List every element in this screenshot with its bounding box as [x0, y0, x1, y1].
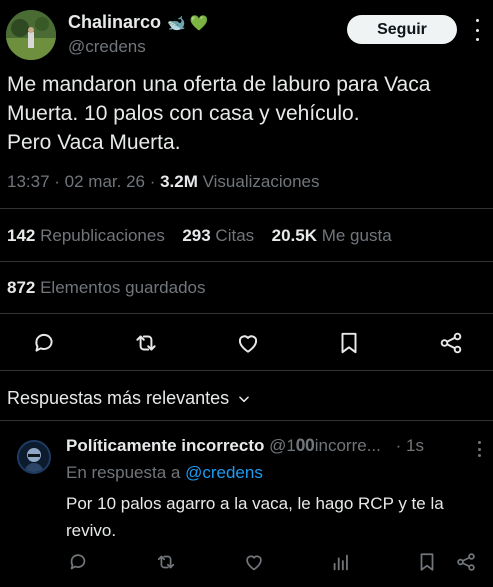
reply-replying-to: En respuesta a @credens	[66, 463, 263, 482]
reply-header: Políticamente incorrecto @1𝟎𝟎incorre... …	[66, 436, 424, 456]
author-emojis: 🐋 💚	[167, 14, 209, 32]
divider	[0, 420, 493, 421]
likes-stat[interactable]: 20.5K Me gusta	[272, 226, 392, 245]
follow-button[interactable]: Seguir	[347, 15, 457, 44]
reply-icon[interactable]	[31, 330, 57, 356]
repost-icon[interactable]	[155, 551, 177, 573]
author-name-row[interactable]: Chalinarco 🐋 💚	[68, 12, 209, 33]
author-handle[interactable]: @credens	[68, 37, 146, 57]
reply-author-avatar[interactable]	[17, 440, 51, 474]
bookmark-icon[interactable]	[336, 330, 362, 356]
reply-more-options-icon[interactable]	[475, 441, 483, 457]
divider	[0, 208, 493, 209]
reply-icon[interactable]	[67, 551, 89, 573]
share-icon[interactable]	[438, 330, 464, 356]
replies-sort-dropdown[interactable]: Respuestas más relevantes	[7, 388, 251, 409]
bookmark-icon[interactable]	[416, 551, 438, 573]
tweet-line: Me mandaron una oferta de laburo para Va…	[7, 73, 431, 96]
share-icon[interactable]	[455, 551, 477, 573]
reply-text: Por 10 palos agarro a la vaca, le hago R…	[66, 494, 444, 540]
tweet-line: Muerta. 10 palos con casa y vehículo.	[7, 102, 360, 125]
tweet-line: Pero Vaca Muerta.	[7, 131, 181, 154]
reply-time[interactable]: · 1s	[396, 436, 424, 455]
bookmarks-stat[interactable]: 872 Elementos guardados	[7, 278, 205, 298]
tweet-stats: 142 Republicaciones 293 Citas 20.5K Me g…	[7, 226, 392, 246]
quotes-stat[interactable]: 293 Citas	[182, 226, 254, 245]
views-label: Visualizaciones	[197, 172, 320, 191]
divider	[0, 261, 493, 262]
chevron-down-icon	[237, 392, 251, 406]
divider	[0, 370, 493, 371]
divider	[0, 313, 493, 314]
tweet-meta: 13:37 · 02 mar. 26 · 3.2M Visualizacione…	[7, 172, 319, 192]
author-avatar[interactable]	[6, 10, 56, 60]
replying-to-link[interactable]: @credens	[185, 463, 263, 482]
tweet-text: Me mandaron una oferta de laburo para Va…	[7, 70, 487, 157]
replies-sort-label: Respuestas más relevantes	[7, 388, 230, 408]
reply-author-handle[interactable]: @1𝟎𝟎incorre...	[269, 436, 381, 455]
like-icon[interactable]	[235, 330, 261, 356]
like-icon[interactable]	[243, 551, 265, 573]
reply-author-name[interactable]: Políticamente incorrecto	[66, 436, 264, 455]
author-name[interactable]: Chalinarco	[68, 12, 161, 33]
views-count: 3.2M	[160, 172, 198, 191]
repost-icon[interactable]	[133, 330, 159, 356]
reposts-stat[interactable]: 142 Republicaciones	[7, 226, 165, 245]
more-options-icon[interactable]	[471, 19, 483, 41]
tweet-time[interactable]: 13:37 · 02 mar. 26 ·	[7, 172, 160, 191]
views-icon[interactable]	[330, 551, 352, 573]
